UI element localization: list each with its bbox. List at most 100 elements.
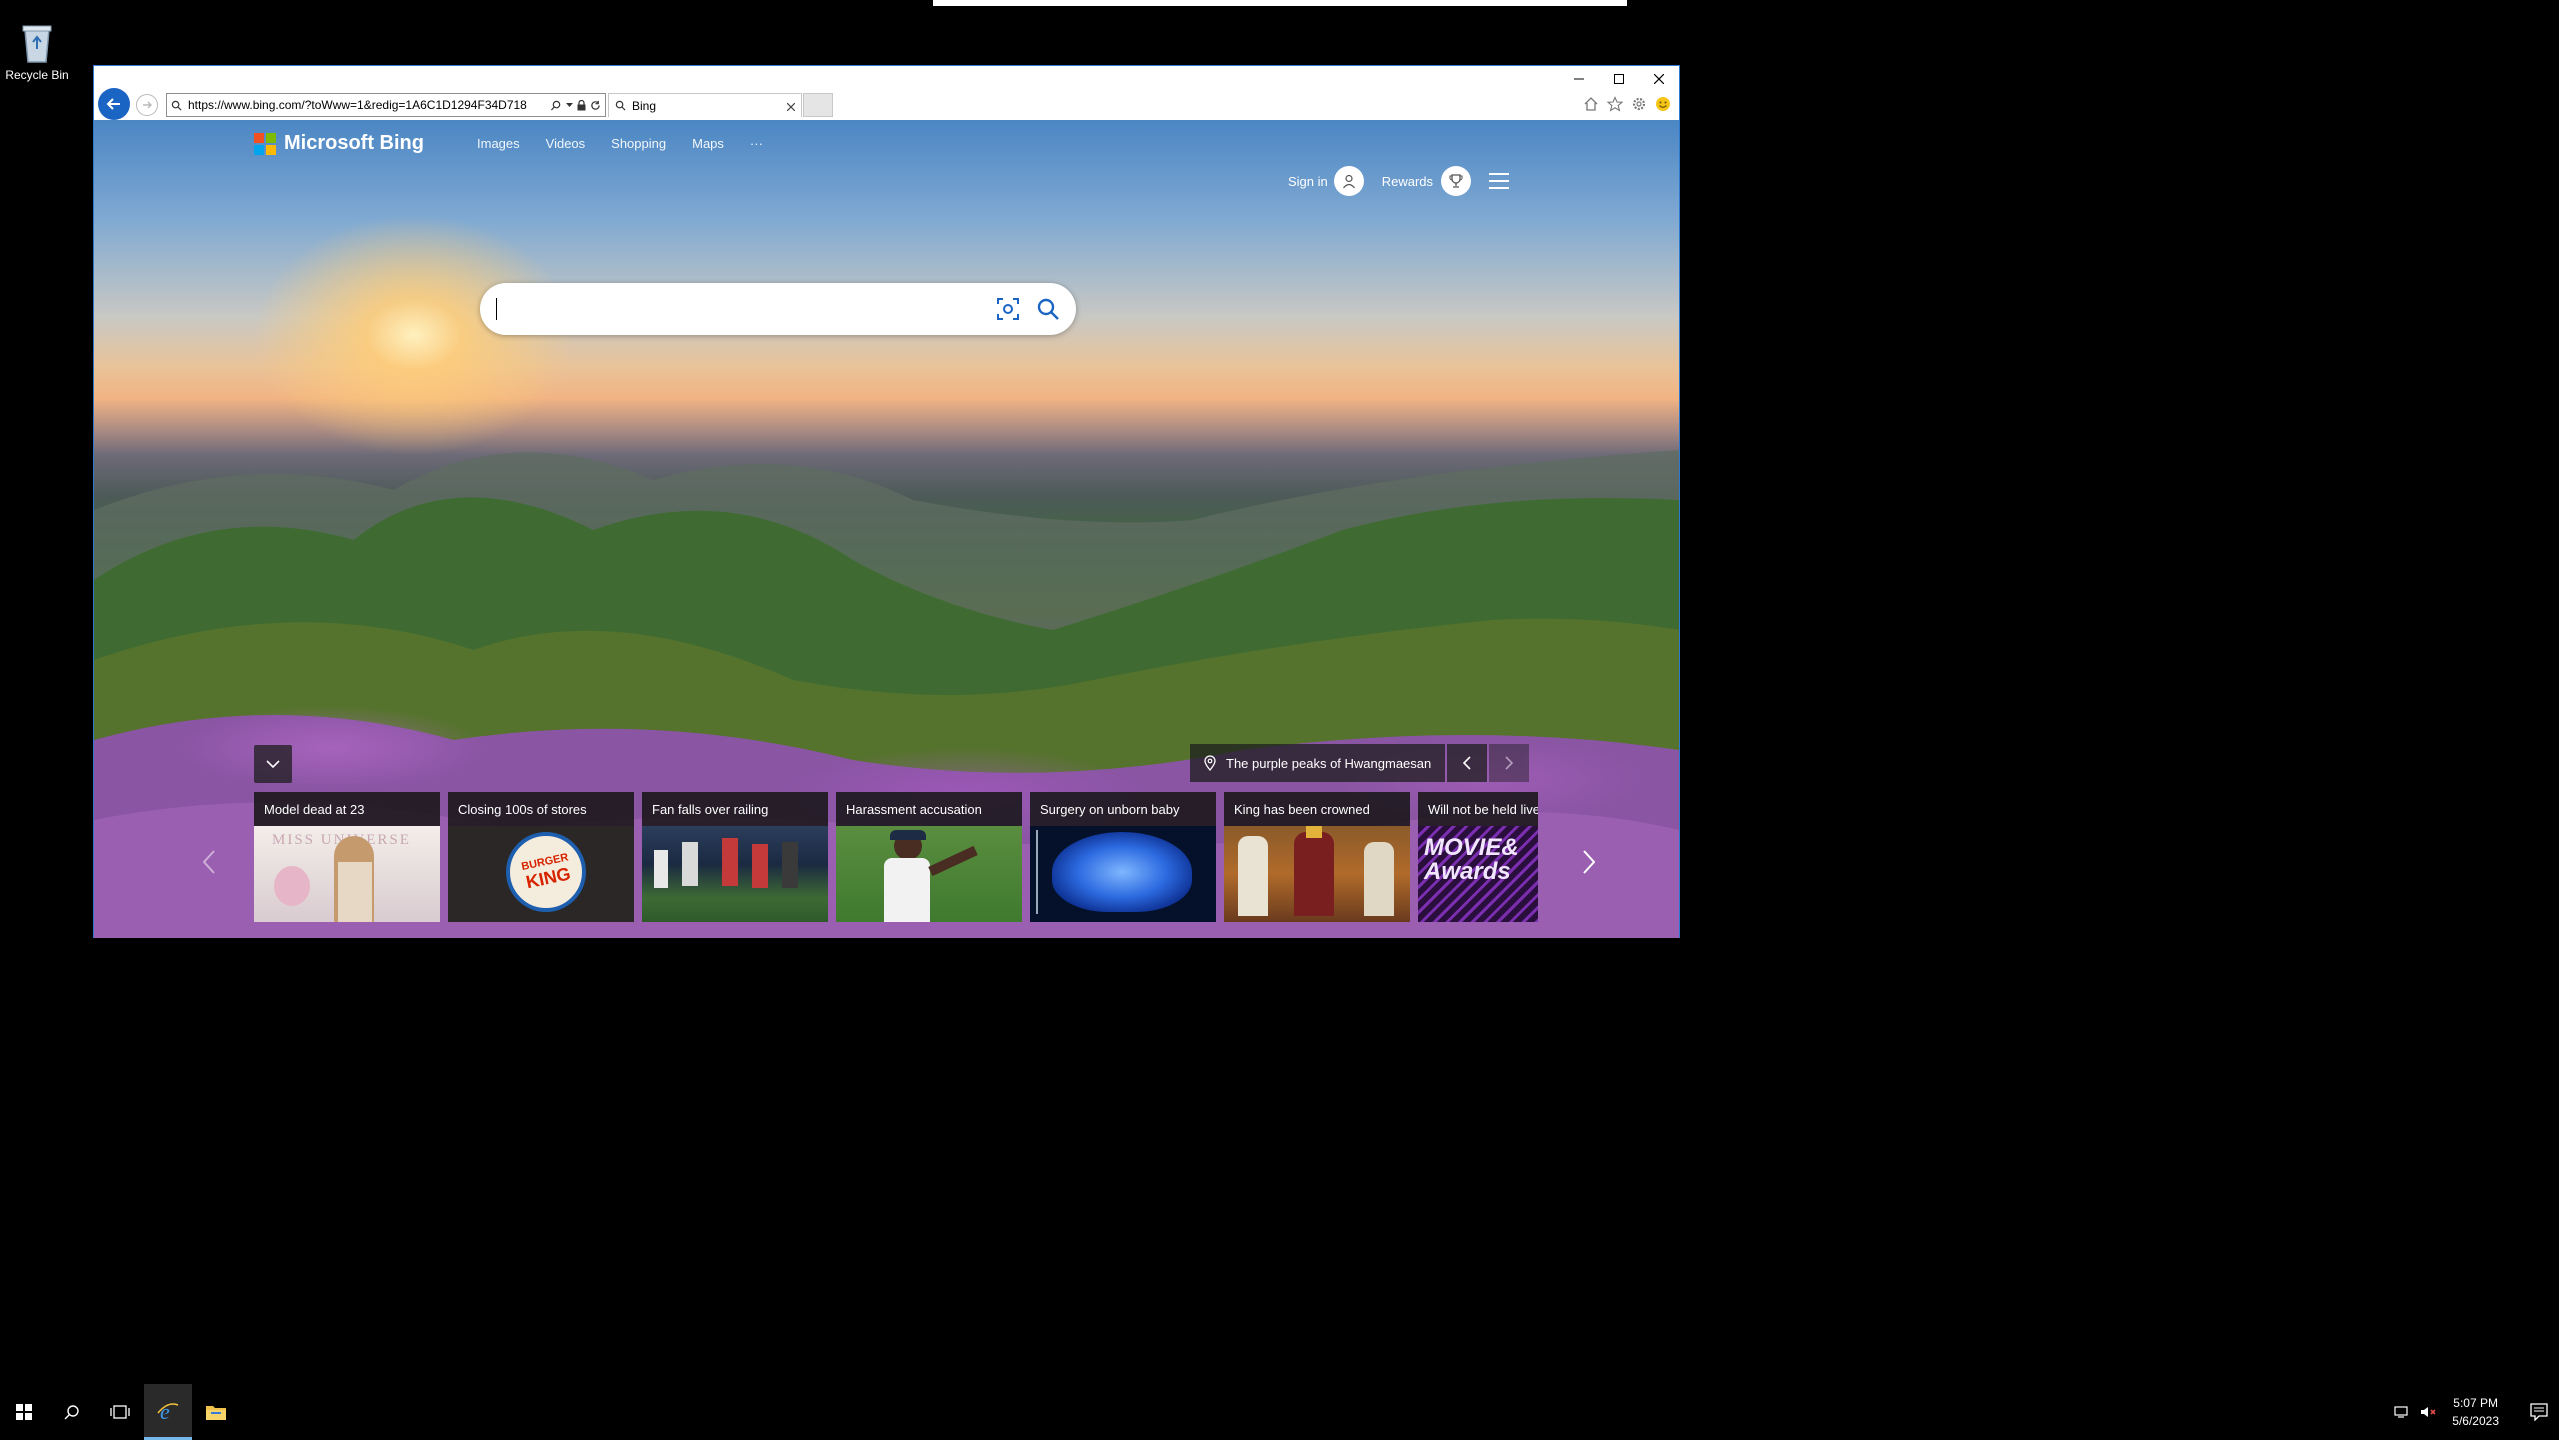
news-card-image — [836, 826, 1022, 922]
image-info-bar: The purple peaks of Hwangmaesan — [1190, 744, 1530, 782]
new-tab-button[interactable] — [803, 93, 833, 117]
browser-window: https://www.bing.com/?toWww=1&redig=1A6C… — [93, 65, 1680, 938]
news-card[interactable]: Surgery on unborn baby — [1030, 792, 1216, 922]
chevron-right-icon — [1505, 756, 1514, 770]
search-icon — [171, 100, 182, 111]
back-arrow-icon — [106, 98, 120, 110]
back-button[interactable] — [98, 88, 130, 120]
news-card-title: Model dead at 23 — [254, 792, 440, 826]
image-caption-text: The purple peaks of Hwangmaesan — [1226, 755, 1432, 771]
nav-images[interactable]: Images — [477, 136, 520, 151]
search-taskbar-button[interactable] — [48, 1384, 96, 1440]
svg-text:e: e — [160, 1399, 170, 1423]
news-card-image — [1224, 826, 1410, 922]
close-icon — [1654, 74, 1664, 84]
chevron-left-icon — [1463, 756, 1471, 770]
next-image-button[interactable] — [1489, 744, 1530, 782]
folder-icon — [206, 1406, 226, 1420]
chevron-left-icon — [203, 850, 215, 874]
tab-close-button[interactable] — [786, 98, 796, 114]
sign-in-link[interactable]: Sign in — [1288, 174, 1328, 189]
microsoft-logo-icon — [254, 132, 276, 155]
volume-muted-icon[interactable] — [2420, 1405, 2438, 1419]
search-icon[interactable] — [1036, 297, 1060, 321]
visual-search-icon[interactable] — [996, 297, 1020, 321]
system-tray: 5:07 PM 5/6/2023 — [2394, 1384, 2559, 1440]
bing-header: Microsoft Bing Images Videos Shopping Ma… — [94, 120, 1679, 200]
feedback-smiley-icon[interactable] — [1655, 96, 1671, 112]
clock[interactable]: 5:07 PM 5/6/2023 — [2452, 1394, 2499, 1430]
forward-button[interactable] — [136, 94, 158, 116]
browser-titlebar: https://www.bing.com/?toWww=1&redig=1A6C… — [94, 66, 1679, 120]
bing-logo-text: Microsoft Bing — [284, 132, 424, 154]
recycle-bin-shortcut[interactable]: Recycle Bin — [4, 20, 70, 82]
news-card-title: Will not be held live — [1418, 792, 1538, 826]
news-card[interactable]: Will not be held live MOVIE& Awards — [1418, 792, 1538, 922]
account-avatar[interactable] — [1333, 166, 1364, 196]
hamburger-menu-icon[interactable] — [1489, 173, 1509, 189]
tab-bing[interactable]: Bing — [608, 93, 802, 117]
favorites-star-icon[interactable] — [1607, 96, 1623, 112]
news-card[interactable]: King has been crowned — [1224, 792, 1410, 922]
previous-image-button[interactable] — [1447, 744, 1488, 782]
search-icon — [64, 1405, 79, 1420]
internet-explorer-taskbar-button[interactable]: e — [144, 1384, 192, 1440]
news-card[interactable]: Fan falls over railing — [642, 792, 828, 922]
top-edge-bar — [933, 0, 1627, 6]
news-card[interactable]: Model dead at 23 MISS UNIVERSE — [254, 792, 440, 922]
refresh-icon[interactable] — [590, 100, 601, 111]
trophy-icon — [1449, 174, 1463, 188]
news-card[interactable]: Closing 100s of stores BURGER KING — [448, 792, 634, 922]
start-button[interactable] — [0, 1384, 48, 1440]
lock-icon[interactable] — [577, 99, 586, 111]
news-carousel: Model dead at 23 MISS UNIVERSE Closing 1… — [203, 792, 1634, 922]
collapse-feed-button[interactable] — [254, 745, 292, 783]
tab-title: Bing — [632, 98, 657, 113]
maximize-icon — [1614, 74, 1624, 84]
bing-logo[interactable]: Microsoft Bing — [254, 132, 424, 155]
news-cards: Model dead at 23 MISS UNIVERSE Closing 1… — [254, 792, 1544, 922]
news-card-title: Fan falls over railing — [642, 792, 828, 826]
network-icon[interactable] — [2394, 1405, 2412, 1419]
location-pin-icon — [1204, 755, 1216, 771]
browser-toolbar — [1583, 96, 1671, 112]
news-card-image: MOVIE& Awards — [1418, 826, 1538, 922]
search-input[interactable] — [497, 299, 996, 319]
clock-date: 5/6/2023 — [2452, 1414, 2499, 1428]
movie-awards-text: MOVIE& Awards — [1424, 834, 1519, 885]
home-icon[interactable] — [1583, 96, 1599, 112]
recycle-bin-icon — [22, 25, 52, 63]
carousel-next-button[interactable] — [1574, 842, 1604, 882]
file-explorer-taskbar-button[interactable] — [192, 1384, 240, 1440]
news-card[interactable]: Harassment accusation — [836, 792, 1022, 922]
carousel-prev-button[interactable] — [194, 842, 224, 882]
news-card-title: Harassment accusation — [836, 792, 1022, 826]
news-card-title: Surgery on unborn baby — [1030, 792, 1216, 826]
image-caption[interactable]: The purple peaks of Hwangmaesan — [1190, 744, 1446, 782]
gear-icon[interactable] — [1631, 96, 1647, 112]
news-card-title: King has been crowned — [1224, 792, 1410, 826]
rewards-link[interactable]: Rewards — [1382, 174, 1433, 189]
address-bar[interactable]: https://www.bing.com/?toWww=1&redig=1A6C… — [166, 93, 606, 117]
rewards-button[interactable] — [1441, 166, 1471, 196]
search-dropdown-icon[interactable] — [551, 100, 562, 111]
bing-page: Microsoft Bing Images Videos Shopping Ma… — [94, 120, 1679, 938]
nav-maps[interactable]: Maps — [692, 136, 724, 151]
search-box[interactable] — [480, 283, 1076, 335]
taskbar: e 5:07 PM 5/6/2023 — [0, 1384, 2559, 1440]
address-url[interactable]: https://www.bing.com/?toWww=1&redig=1A6C… — [188, 98, 551, 112]
forward-arrow-icon — [143, 101, 152, 109]
news-card-image: BURGER KING — [448, 826, 634, 922]
notification-icon — [2530, 1403, 2548, 1421]
nav-more[interactable]: ··· — [750, 136, 763, 151]
dropdown-arrow-icon[interactable] — [566, 102, 573, 108]
address-bar-actions — [551, 99, 605, 111]
action-center-button[interactable] — [2519, 1384, 2559, 1440]
nav-videos[interactable]: Videos — [546, 136, 586, 151]
header-actions: Sign in Rewards — [1288, 166, 1509, 196]
user-icon — [1342, 174, 1355, 189]
windows-logo-icon — [16, 1404, 32, 1420]
task-view-button[interactable] — [96, 1384, 144, 1440]
nav-shopping[interactable]: Shopping — [611, 136, 666, 151]
chevron-right-icon — [1583, 850, 1595, 874]
